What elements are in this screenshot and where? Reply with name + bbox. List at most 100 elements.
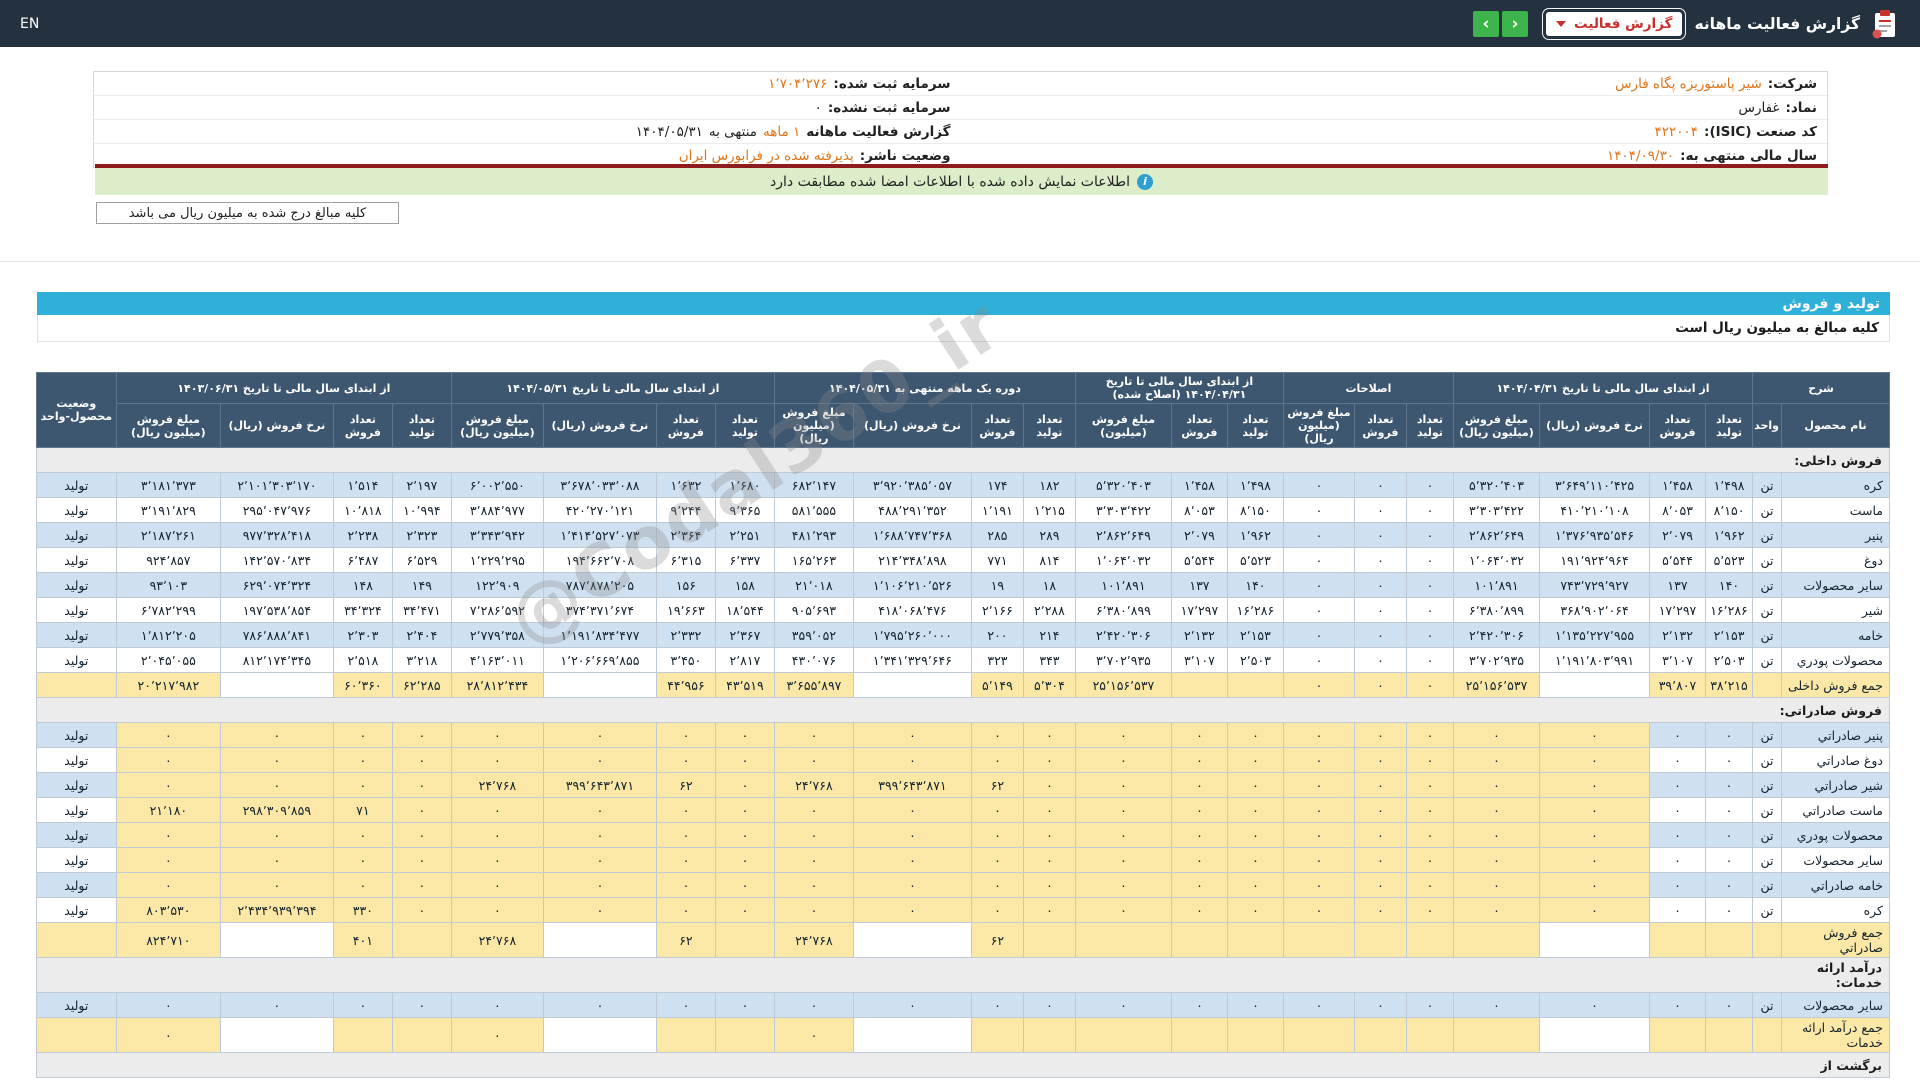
product-row: کرهتن۰۰۰۰۰۰۰۰۰۰۰۰۰۰۰۰۰۰۰۳۳۰۲٬۴۳۴٬۹۳۹٬۳۹۴… — [36, 898, 1889, 923]
value-cell: ۱۶٬۲۸۶ — [1706, 598, 1753, 623]
value-cell: ۰ — [1406, 898, 1453, 923]
value-cell: ۰ — [1406, 723, 1453, 748]
product-row: خامهتن۲٬۱۵۳۲٬۱۳۲۱٬۱۳۵٬۲۲۷٬۹۵۵۲٬۴۲۰٬۳۰۶۰۰… — [36, 623, 1889, 648]
status-cell — [36, 673, 116, 698]
info-value: منتهی به — [709, 124, 757, 140]
value-cell: ۱٬۳۷۶٬۹۳۵٬۵۴۶ — [1540, 523, 1650, 548]
value-cell: ۶٬۳۸۰٬۸۹۹ — [1453, 598, 1539, 623]
value-cell: ۲٬۱۹۷ — [392, 473, 451, 498]
value-cell: ۰ — [1406, 473, 1453, 498]
value-cell: ۳۹۹٬۶۴۳٬۸۷۱ — [543, 773, 656, 798]
signature-match-text: اطلاعات نمایش داده شده با اطلاعات امضا ش… — [770, 174, 1130, 190]
value-cell: ۰ — [1406, 598, 1453, 623]
value-cell — [1650, 1018, 1706, 1053]
company-info-right: نماد:غفارس — [961, 100, 1828, 116]
value-cell: ۱٬۴۹۸ — [1227, 473, 1283, 498]
prev-report-button[interactable]: ‹ — [1473, 11, 1499, 37]
value-cell — [1227, 923, 1283, 958]
value-cell: ۱۸ — [1023, 573, 1075, 598]
unit-cell: تن — [1753, 748, 1782, 773]
value-cell: ۶٬۳۱۵ — [656, 548, 715, 573]
product-row: محصولات پودريتن۰۰۰۰۰۰۰۰۰۰۰۰۰۰۰۰۰۰۰۰۰۰تول… — [36, 823, 1889, 848]
product-name-cell: خامه صادراتي — [1782, 873, 1890, 898]
value-cell: ۱٬۲۰۶٬۶۶۹٬۸۵۵ — [543, 648, 656, 673]
product-name-cell: ماست صادراتي — [1782, 798, 1890, 823]
value-cell: ۰ — [1354, 723, 1406, 748]
value-cell: ۱٬۴۱۴٬۵۲۷٬۰۷۳ — [543, 523, 656, 548]
value-cell: ۸۲۴٬۷۱۰ — [116, 923, 220, 958]
value-cell: ۹۰۵٬۶۹۳ — [774, 598, 853, 623]
value-cell: ۰ — [1171, 898, 1227, 923]
value-cell: ۰ — [1283, 823, 1354, 848]
info-value: غفارس — [1738, 100, 1779, 116]
value-cell: ۰ — [451, 748, 543, 773]
page-title: گزارش فعالیت ماهانه — [1694, 15, 1860, 33]
company-info-right: سال مالی منتهی به:۱۴۰۴/۰۹/۳۰ — [961, 148, 1828, 164]
value-cell: ۳٬۶۵۵٬۸۹۷ — [774, 673, 853, 698]
value-cell: ۲٬۱۸۷٬۲۶۱ — [116, 523, 220, 548]
value-cell: ۰ — [1283, 993, 1354, 1018]
header-group-d: دوره یک ماهه منتهی به ۱۴۰۴/۰۵/۳۱ — [774, 373, 1075, 404]
company-info-left: سرمایه ثبت شده:۱٬۷۰۴٬۲۷۶ — [94, 76, 961, 92]
value-cell: ۰ — [333, 873, 392, 898]
value-cell: ۰ — [1354, 623, 1406, 648]
value-cell: ۶۲ — [971, 923, 1023, 958]
language-toggle[interactable]: EN — [20, 0, 39, 47]
unit-cell: تن — [1753, 648, 1782, 673]
value-cell: ۰ — [1354, 773, 1406, 798]
info-value: ۱۴۰۴/۰۹/۳۰ — [1607, 148, 1674, 164]
value-cell: ۰ — [1406, 798, 1453, 823]
header-status: وضعیت محصول-واحد — [36, 373, 116, 448]
value-cell: ۰ — [774, 823, 853, 848]
value-cell: ۰ — [1354, 648, 1406, 673]
total-row: جمع فروش صادراتي۶۲۲۴٬۷۶۸۶۲۲۴٬۷۶۸۴۰۱۸۲۴٬۷… — [36, 923, 1889, 958]
value-cell: ۹٬۲۴۴ — [656, 498, 715, 523]
value-cell: ۸٬۰۵۳ — [1171, 498, 1227, 523]
value-cell: ۶۰٬۳۶۰ — [333, 673, 392, 698]
value-cell: ۲۸۹ — [1023, 523, 1075, 548]
value-cell: ۰ — [116, 993, 220, 1018]
status-cell: تولید — [36, 623, 116, 648]
value-cell — [1075, 1018, 1171, 1053]
header-col: مبلغ فروش (میلیون ریال) — [1283, 404, 1354, 448]
value-cell: ۳۹۹٬۶۴۳٬۸۷۱ — [853, 773, 971, 798]
value-cell: ۱٬۲۲۹٬۲۹۵ — [451, 548, 543, 573]
value-cell: ۰ — [116, 748, 220, 773]
value-cell: ۰ — [1706, 723, 1753, 748]
status-cell: تولید — [36, 993, 116, 1018]
header-col: تعداد فروش — [656, 404, 715, 448]
header-sharh: شرح — [1753, 373, 1890, 404]
value-cell: ۰ — [1540, 798, 1650, 823]
report-type-dropdown[interactable]: گزارش فعالیت — [1546, 12, 1682, 36]
product-row: دوغ صادراتيتن۰۰۰۰۰۰۰۰۰۰۰۰۰۰۰۰۰۰۰۰۰۰تولید — [36, 748, 1889, 773]
header-col: تعداد فروش — [333, 404, 392, 448]
value-cell: ۰ — [1227, 773, 1283, 798]
product-row: شیرتن۱۶٬۲۸۶۱۷٬۲۹۷۳۶۸٬۹۰۲٬۰۶۴۶٬۳۸۰٬۸۹۹۰۰۰… — [36, 598, 1889, 623]
value-cell: ۰ — [1453, 723, 1539, 748]
value-cell: ۸۱۲٬۱۷۴٬۳۴۵ — [220, 648, 333, 673]
value-cell: ۰ — [656, 898, 715, 923]
value-cell: ۰ — [451, 993, 543, 1018]
value-cell: ۱۴۰ — [1227, 573, 1283, 598]
value-cell: ۰ — [1706, 993, 1753, 1018]
value-cell: ۰ — [1283, 473, 1354, 498]
value-cell — [1023, 923, 1075, 958]
header-col: تعداد تولید — [1706, 404, 1753, 448]
unit-cell: تن — [1753, 548, 1782, 573]
value-cell: ۱۷٬۲۹۷ — [1171, 598, 1227, 623]
value-cell: ۰ — [1650, 823, 1706, 848]
header-col: تعداد فروش — [971, 404, 1023, 448]
value-cell: ۰ — [1075, 993, 1171, 1018]
value-cell: ۰ — [543, 993, 656, 1018]
value-cell — [1283, 1018, 1354, 1053]
value-cell: ۶۸۲٬۱۴۷ — [774, 473, 853, 498]
info-label: وضعیت ناشر: — [860, 148, 951, 164]
next-report-button[interactable]: › — [1502, 11, 1528, 37]
value-cell: ۰ — [1453, 748, 1539, 773]
value-cell: ۷۴۳٬۷۲۹٬۹۲۷ — [1540, 573, 1650, 598]
value-cell: ۵٬۵۲۳ — [1227, 548, 1283, 573]
value-cell: ۱٬۲۱۵ — [1023, 498, 1075, 523]
value-cell: ۲٬۸۱۷ — [715, 648, 774, 673]
value-cell: ۲٬۱۵۳ — [1227, 623, 1283, 648]
value-cell: ۰ — [1075, 873, 1171, 898]
